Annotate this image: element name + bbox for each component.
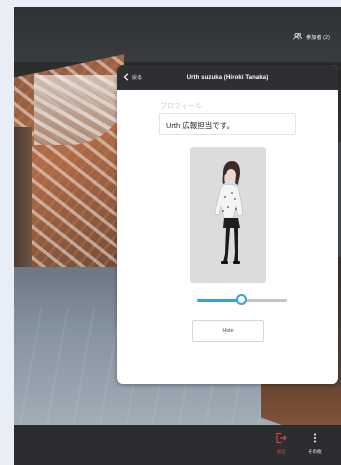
profile-title: Urth suzuka (Hiroki Tanaka) <box>186 74 269 81</box>
avatar-preview <box>190 147 266 283</box>
more-button[interactable]: その他 <box>308 432 322 455</box>
app-window: 参加者 (2) 戻る Urth suzuka (Hiroki Tanaka) プ… <box>14 7 341 465</box>
profile-panel-header: 戻る Urth suzuka (Hiroki Tanaka) <box>117 65 338 90</box>
hide-button[interactable]: Hide <box>192 320 264 342</box>
participants-button[interactable]: 参加者 (2) <box>288 29 335 46</box>
avatar-figure <box>214 161 243 264</box>
leave-button[interactable]: 退出 <box>275 432 287 455</box>
chevron-left-icon <box>123 72 129 83</box>
exit-icon <box>275 432 287 449</box>
kebab-icon <box>309 432 321 449</box>
more-label: その他 <box>308 449 322 454</box>
bottom-toolbar: 退出 その他 <box>14 425 341 465</box>
profile-panel: 戻る Urth suzuka (Hiroki Tanaka) プロフィール Ur… <box>117 65 338 384</box>
profile-section-label: プロフィール <box>160 103 202 110</box>
back-button[interactable]: 戻る <box>123 65 142 90</box>
back-label: 戻る <box>132 75 143 81</box>
avatar-scale-slider[interactable] <box>197 294 287 306</box>
people-icon <box>293 32 302 43</box>
participants-label: 参加者 (2) <box>306 35 330 41</box>
leave-label: 退出 <box>276 449 286 454</box>
profile-bio: Urth 広報担当です。 <box>159 113 296 135</box>
slider-thumb[interactable] <box>236 294 247 305</box>
